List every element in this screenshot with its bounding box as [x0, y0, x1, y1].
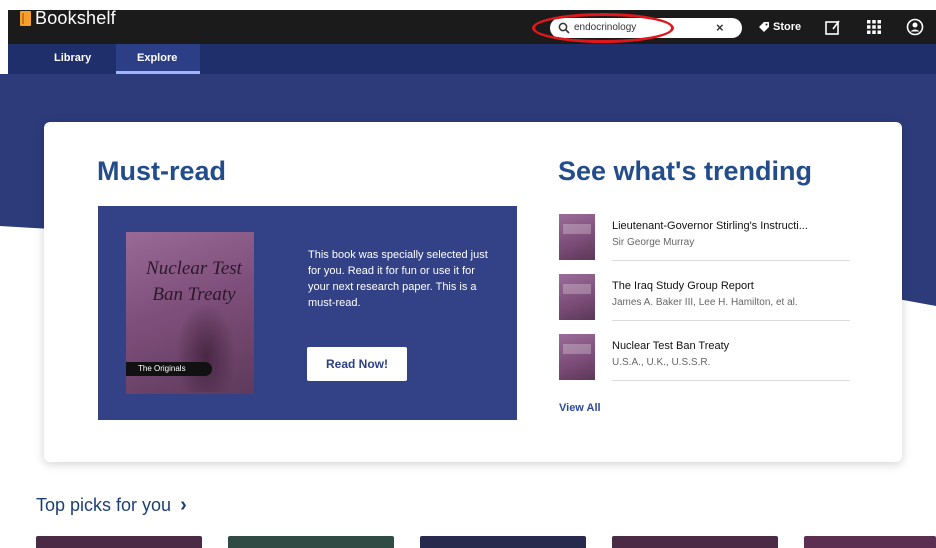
trending-heading: See what's trending — [558, 156, 812, 186]
tab-library[interactable]: Library — [54, 52, 91, 64]
series-badge-label: The Originals — [138, 364, 186, 373]
trending-item-author: James A. Baker III, Lee H. Hamilton, et … — [612, 297, 798, 308]
tag-icon[interactable] — [758, 21, 770, 33]
divider — [612, 320, 850, 321]
clear-icon[interactable]: × — [716, 20, 724, 35]
tab-explore[interactable]: Explore — [137, 52, 177, 64]
read-now-button[interactable]: Read Now! — [307, 347, 407, 381]
top-pick-tile[interactable] — [228, 536, 394, 548]
top-pick-tile[interactable] — [804, 536, 936, 548]
book-logo-icon — [20, 11, 31, 26]
top-picks-title: Top picks for you — [36, 495, 172, 515]
trending-item-author: U.S.A., U.K., U.S.S.R. — [612, 357, 711, 368]
trending-item-title[interactable]: The Iraq Study Group Report — [612, 280, 754, 292]
top-pick-tile[interactable] — [36, 536, 202, 548]
trending-item-title[interactable]: Lieutenant-Governor Stirling's Instructi… — [612, 220, 808, 232]
notes-icon[interactable] — [824, 18, 842, 36]
apps-grid-icon[interactable] — [866, 19, 882, 35]
divider — [612, 260, 850, 261]
view-all-link[interactable]: View All — [559, 402, 601, 414]
top-pick-tile[interactable] — [420, 536, 586, 548]
divider — [612, 380, 850, 381]
store-link[interactable]: Store — [773, 21, 801, 33]
must-read-heading: Must-read — [97, 156, 227, 186]
account-icon[interactable] — [906, 18, 924, 36]
trending-thumbnail[interactable] — [559, 334, 595, 380]
top-pick-tile[interactable] — [612, 536, 778, 548]
must-read-description: This book was specially selected just fo… — [308, 249, 488, 309]
chevron-right-icon: › — [180, 494, 187, 516]
trending-thumbnail[interactable] — [559, 274, 595, 320]
trending-item-title[interactable]: Nuclear Test Ban Treaty — [612, 340, 729, 352]
trending-thumbnail[interactable] — [559, 214, 595, 260]
book-cover-title: Nuclear Test Ban Treaty — [146, 258, 242, 305]
app-name[interactable]: Bookshelf — [35, 8, 116, 29]
top-picks-heading[interactable]: Top picks for you › — [36, 494, 187, 517]
annotation-circle — [532, 13, 674, 43]
trending-item-author: Sir George Murray — [612, 237, 695, 248]
